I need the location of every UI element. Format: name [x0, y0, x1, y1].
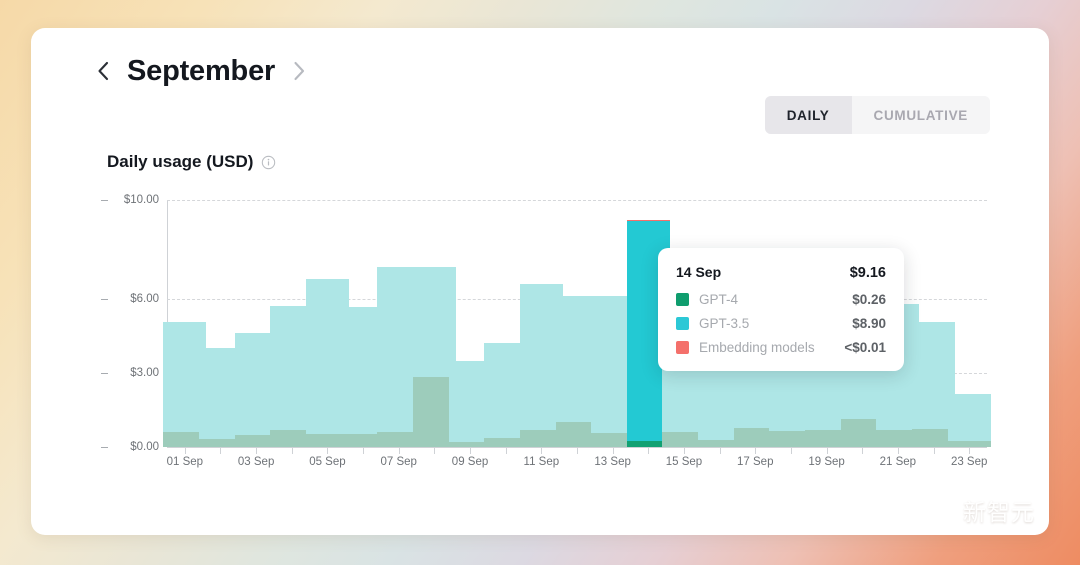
- x-axis-tick-mark: [648, 448, 650, 454]
- tooltip-series-label: Embedding models: [699, 340, 815, 355]
- daily-usage-chart: $0.00 $3.00 $6.00 $10.00 01 Sep 03 Sep 05 Sep…: [31, 28, 1049, 535]
- tooltip-date: 14 Sep: [676, 264, 722, 280]
- tooltip-total: $9.16: [849, 265, 886, 281]
- y-axis-tick-label: $0.00: [130, 441, 159, 453]
- x-axis-tick-mark: [826, 448, 828, 454]
- legend-swatch: [676, 293, 689, 306]
- tooltip-series-label: GPT-4: [699, 292, 739, 307]
- tooltip-row: GPT-4 $0.26: [676, 292, 886, 307]
- y-axis-tick-mark: [101, 200, 108, 201]
- x-axis-tick-mark: [683, 448, 685, 454]
- x-axis-tick-mark: [755, 448, 757, 454]
- x-axis-tick-mark: [363, 448, 365, 454]
- tooltip-row: GPT-3.5 $8.90: [676, 316, 886, 331]
- tooltip-series-label: GPT-3.5: [699, 316, 750, 331]
- x-axis-tick-label: 23 Sep: [950, 456, 988, 468]
- x-axis-tick-mark: [470, 448, 472, 454]
- y-axis-tick-mark: [101, 372, 108, 374]
- chart-tooltip: 14 Sep $9.16 GPT-4 $0.26 GPT-3.5 $8.90 Embed…: [658, 248, 904, 371]
- x-axis-tick-mark: [505, 448, 507, 454]
- y-axis-tick-mark: [101, 298, 108, 300]
- x-axis-tick-label: 15 Sep: [665, 456, 703, 468]
- y-axis-tick-label: $10.00: [123, 194, 159, 206]
- y-axis-tick-label: $3.00: [130, 366, 159, 379]
- x-axis-tick-label: 03 Sep: [237, 456, 275, 468]
- legend-swatch: [676, 341, 689, 354]
- tooltip-series-value: $8.90: [852, 316, 886, 331]
- x-axis-tick-mark: [577, 448, 578, 454]
- tooltip-series-value: <$0.01: [844, 340, 886, 355]
- x-axis-tick-mark: [719, 448, 721, 454]
- bar-segment: [947, 393, 991, 441]
- tooltip-header: 14 Sep $9.16: [676, 264, 886, 281]
- x-axis-tick-label: 19 Sep: [808, 456, 845, 468]
- usage-card: September DAILY CUMULATIVE Daily usage (…: [31, 28, 1049, 535]
- watermark: 新智元: [926, 493, 1035, 527]
- x-axis-tick-mark: [327, 448, 329, 454]
- x-axis-tick-label: 01 Sep: [166, 456, 204, 468]
- x-axis-tick-mark: [184, 448, 186, 454]
- watermark-text: 新智元: [963, 500, 1035, 526]
- x-axis-tick-mark: [256, 448, 258, 454]
- x-axis-tick-label: 05 Sep: [309, 456, 346, 468]
- x-axis-tick-mark: [291, 448, 293, 454]
- x-axis-tick-label: 17 Sep: [737, 456, 774, 468]
- x-axis-tick-label: 09 Sep: [451, 456, 489, 468]
- legend-swatch: [676, 317, 689, 330]
- x-axis-tick-mark: [897, 448, 899, 454]
- x-axis-tick-mark: [969, 448, 971, 454]
- x-axis-tick-mark: [220, 448, 222, 454]
- tooltip-row: Embedding models <$0.01: [676, 340, 886, 355]
- x-axis-tick-label: 21 Sep: [879, 456, 917, 468]
- tooltip-series-value: $0.26: [852, 292, 886, 307]
- x-axis-tick-mark: [398, 448, 400, 454]
- x-axis-tick-mark: [790, 448, 792, 454]
- wechat-icon: [927, 498, 955, 522]
- x-axis-tick-mark: [933, 448, 935, 454]
- x-axis-tick-mark: [541, 448, 543, 454]
- y-axis-tick-label: $6.00: [130, 292, 159, 305]
- x-axis-tick-mark: [434, 448, 436, 454]
- x-axis-tick-label: 11 Sep: [523, 456, 560, 468]
- x-axis-tick-mark: [862, 448, 864, 454]
- y-axis-tick-mark: [101, 447, 108, 448]
- bar-segment: [626, 219, 670, 221]
- x-axis-tick-label: 13 Sep: [594, 456, 631, 468]
- x-axis-tick-mark: [612, 448, 614, 454]
- x-axis-tick-label: 07 Sep: [380, 456, 417, 468]
